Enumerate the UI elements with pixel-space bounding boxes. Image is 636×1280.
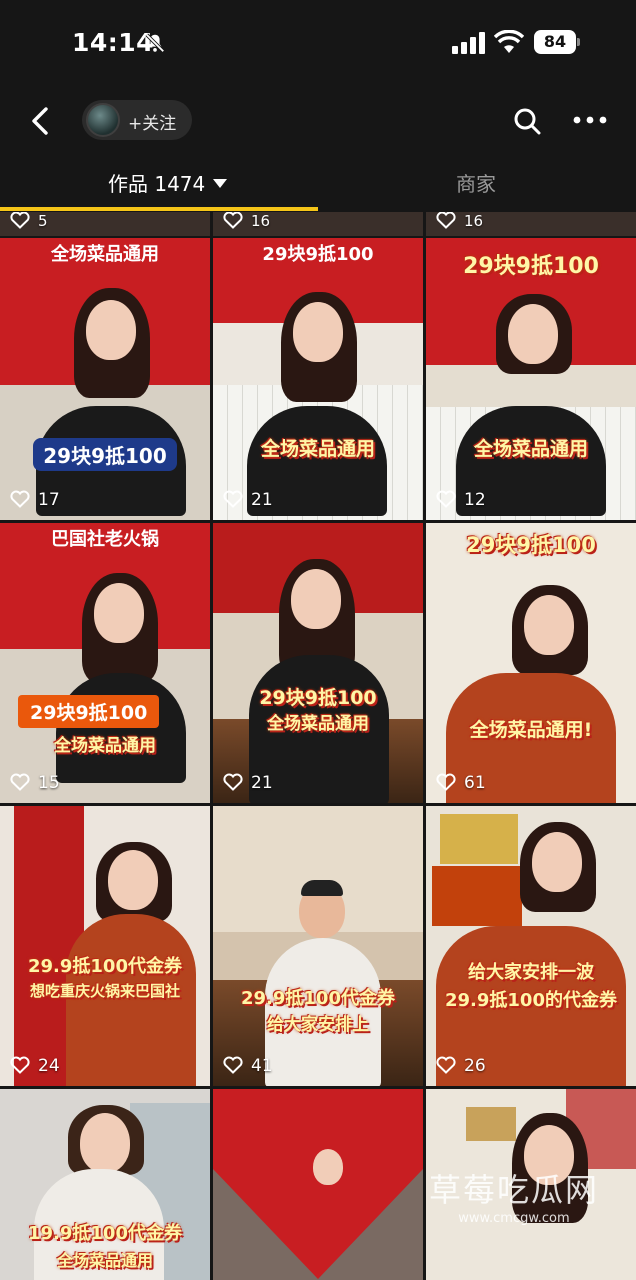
- wifi-icon: [494, 30, 524, 53]
- watermark-title: 草莓吃瓜网: [428, 1171, 599, 1209]
- video-tile[interactable]: 29块9抵100 全场菜品通用 12: [426, 238, 636, 520]
- follow-label: +关注: [128, 114, 177, 134]
- video-caption: 全场菜品通用: [260, 438, 375, 460]
- like-count: 16: [436, 212, 483, 233]
- like-count: 26: [436, 1056, 486, 1078]
- like-count: 12: [436, 490, 486, 512]
- video-caption: 29块9抵100: [33, 438, 177, 471]
- heart-icon: [10, 1056, 30, 1074]
- heart-icon: [223, 212, 243, 229]
- like-count-value: 41: [251, 1056, 273, 1076]
- video-caption: 29.9抵100代金券: [241, 988, 395, 1009]
- video-tile[interactable]: 全场菜品通用 29块9抵100 17: [0, 238, 210, 520]
- like-count: 15: [10, 773, 60, 795]
- video-tile[interactable]: 给大家安排一波 29.9抵100的代金券 26: [426, 806, 636, 1086]
- video-top-text: 29块9抵100: [463, 254, 599, 279]
- video-grid: 5 16 16 全场菜品通用 29块9抵100 17 29块9抵100 全场菜品…: [0, 212, 636, 1280]
- like-count-value: 15: [38, 773, 60, 793]
- video-top-text: 29块9抵100: [466, 533, 596, 557]
- heart-icon: [436, 1056, 456, 1074]
- video-caption: 全场菜品通用: [56, 1251, 153, 1270]
- tab-works-label: 作品 1474: [108, 172, 206, 196]
- video-tile[interactable]: 29.9抵100代金券 给大家安排上 41: [213, 806, 423, 1086]
- bell-muted-icon: [145, 33, 165, 53]
- cellular-signal-icon: [452, 32, 485, 54]
- tab-works[interactable]: 作品 1474: [108, 168, 228, 197]
- video-top-text: 全场菜品通用: [43, 242, 167, 267]
- video-caption: 全场菜品通用!: [469, 719, 593, 741]
- video-caption: 想吃重庆火锅来巴国社: [29, 982, 180, 1000]
- video-caption: 29块9抵100: [18, 695, 160, 728]
- heart-icon: [10, 773, 30, 791]
- heart-icon: [223, 490, 243, 508]
- like-count-value: 16: [251, 212, 271, 230]
- heart-icon: [223, 773, 243, 791]
- battery-level: 84: [534, 30, 576, 54]
- heart-icon: [436, 490, 456, 508]
- like-count-value: 21: [251, 490, 273, 510]
- video-tile[interactable]: 29.9抵100代金券 想吃重庆火锅来巴国社 24: [0, 806, 210, 1086]
- like-count-value: 16: [464, 212, 484, 230]
- video-caption: 全场菜品通用: [54, 736, 156, 756]
- tab-merchant[interactable]: 商家: [456, 168, 496, 197]
- like-count: 17: [10, 490, 60, 512]
- video-tile[interactable]: 16: [213, 212, 423, 236]
- status-time: 14:14: [72, 28, 155, 57]
- video-caption: 29.9抵100代金券: [28, 956, 182, 977]
- like-count: 24: [10, 1056, 60, 1078]
- video-tile[interactable]: 29块9抵100 全场菜品通用! 61: [426, 523, 636, 803]
- video-tile[interactable]: 16: [426, 212, 636, 236]
- heart-icon: [10, 212, 30, 229]
- like-count: 5: [10, 212, 48, 233]
- video-top-text: 巴国社老火锅: [43, 527, 167, 552]
- video-tile[interactable]: [213, 1089, 423, 1280]
- video-caption: 19.9抵100代金券: [28, 1223, 182, 1244]
- top-nav: +关注: [0, 88, 636, 160]
- video-tile[interactable]: 5: [0, 212, 210, 236]
- video-tile[interactable]: 29块9抵100 全场菜品通用 21: [213, 238, 423, 520]
- heart-icon: [436, 212, 456, 229]
- video-tile[interactable]: 29块9抵100 全场菜品通用 21: [213, 523, 423, 803]
- like-count-value: 5: [38, 212, 48, 230]
- video-top-text: 29块9抵100: [254, 242, 382, 267]
- back-arrow-icon[interactable]: [24, 104, 58, 138]
- tab-active-indicator: [0, 207, 318, 211]
- like-count: 41: [223, 1056, 273, 1078]
- like-count-value: 12: [464, 490, 486, 510]
- watermark-url: www.cmcgw.com: [458, 1211, 570, 1226]
- avatar[interactable]: [86, 103, 120, 137]
- profile-tabs: 作品 1474 商家: [0, 160, 636, 212]
- video-caption: 给大家安排一波: [468, 962, 594, 983]
- heart-icon: [436, 773, 456, 791]
- like-count: 21: [223, 773, 273, 795]
- battery-icon: 84: [534, 30, 580, 54]
- more-icon[interactable]: [572, 114, 608, 126]
- video-caption: 给大家安排上: [267, 1015, 369, 1035]
- like-count-value: 17: [38, 490, 60, 510]
- video-tile[interactable]: 19.9抵100代金券 全场菜品通用: [0, 1089, 210, 1280]
- heart-icon: [10, 490, 30, 508]
- like-count: 21: [223, 490, 273, 512]
- like-count-value: 21: [251, 773, 273, 793]
- like-count-value: 61: [464, 773, 486, 793]
- follow-button[interactable]: +关注: [82, 100, 192, 140]
- like-count-value: 24: [38, 1056, 60, 1076]
- search-icon[interactable]: [512, 106, 542, 136]
- heart-icon: [223, 1056, 243, 1074]
- video-caption: 29.9抵100的代金券: [445, 990, 617, 1011]
- site-watermark: 草莓吃瓜网 www.cmcgw.com: [404, 1165, 624, 1235]
- status-bar: 14:14 84: [0, 0, 636, 88]
- video-caption: 全场菜品通用: [473, 438, 588, 460]
- caret-down-icon: [213, 179, 228, 188]
- like-count: 61: [436, 773, 486, 795]
- video-caption: 29块9抵100: [259, 687, 377, 709]
- like-count-value: 26: [464, 1056, 486, 1076]
- video-tile[interactable]: 巴国社老火锅 29块9抵100 全场菜品通用 15: [0, 523, 210, 803]
- like-count: 16: [223, 212, 270, 233]
- video-caption: 全场菜品通用: [267, 714, 369, 734]
